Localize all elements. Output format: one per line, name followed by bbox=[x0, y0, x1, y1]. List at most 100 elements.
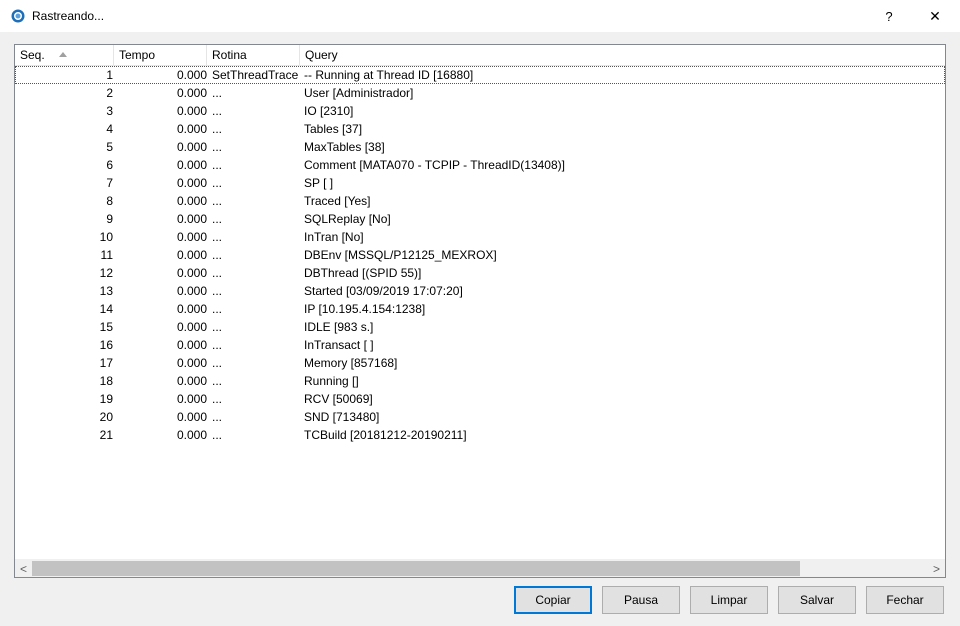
cell-query: SND [713480] bbox=[304, 410, 380, 424]
cell-tempo: 0.000 bbox=[176, 68, 207, 82]
column-header-rotina[interactable]: Rotina bbox=[207, 45, 300, 65]
cell-tempo: 0.000 bbox=[176, 212, 207, 226]
cell-query: DBEnv [MSSQL/P12125_MEXROX] bbox=[304, 248, 497, 262]
cell-rotina: ... bbox=[212, 320, 223, 334]
cell-query: IDLE [983 s.] bbox=[304, 320, 374, 334]
cell-query: -- Running at Thread ID [16880] bbox=[304, 68, 474, 82]
cell-seq: 19 bbox=[99, 392, 113, 406]
cell-seq: 8 bbox=[106, 194, 113, 208]
cell-rotina: ... bbox=[212, 248, 223, 262]
grid-header: Seq. Tempo Rotina Query bbox=[15, 45, 945, 66]
cell-seq: 7 bbox=[106, 176, 113, 190]
table-row[interactable]: 10 0.000... InTran [No] bbox=[15, 228, 945, 246]
cell-rotina: ... bbox=[212, 86, 223, 100]
cell-rotina: ... bbox=[212, 410, 223, 424]
table-row[interactable]: 5 0.000... MaxTables [38] bbox=[15, 138, 945, 156]
cell-seq: 4 bbox=[106, 122, 113, 136]
column-header-query[interactable]: Query bbox=[300, 45, 945, 65]
table-row[interactable]: 13 0.000... Started [03/09/2019 17:07:20] bbox=[15, 282, 945, 300]
cell-query: Running [] bbox=[304, 374, 359, 388]
cell-query: SP [ ] bbox=[304, 176, 334, 190]
cell-rotina: ... bbox=[212, 230, 223, 244]
cell-rotina: ... bbox=[212, 266, 223, 280]
help-button[interactable]: ? bbox=[866, 0, 912, 32]
trace-grid[interactable]: Seq. Tempo Rotina Query 1 0.000 SetThreadT… bbox=[14, 44, 946, 578]
cell-rotina: ... bbox=[212, 212, 223, 226]
cell-tempo: 0.000 bbox=[176, 338, 207, 352]
cell-query: Traced [Yes] bbox=[304, 194, 371, 208]
cell-tempo: 0.000 bbox=[176, 158, 207, 172]
cell-query: MaxTables [38] bbox=[304, 140, 385, 154]
cell-tempo: 0.000 bbox=[176, 140, 207, 154]
table-row[interactable]: 16 0.000... InTransact [ ] bbox=[15, 336, 945, 354]
scroll-thumb[interactable] bbox=[32, 561, 800, 576]
cell-query: SQLReplay [No] bbox=[304, 212, 391, 226]
pausa-button[interactable]: Pausa bbox=[602, 586, 680, 614]
cell-seq: 5 bbox=[106, 140, 113, 154]
cell-tempo: 0.000 bbox=[176, 356, 207, 370]
cell-seq: 15 bbox=[99, 320, 113, 334]
column-header-tempo[interactable]: Tempo bbox=[114, 45, 207, 65]
table-row[interactable]: 2 0.000... User [Administrador] bbox=[15, 84, 945, 102]
cell-rotina: ... bbox=[212, 302, 223, 316]
cell-seq: 17 bbox=[99, 356, 113, 370]
cell-tempo: 0.000 bbox=[176, 284, 207, 298]
cell-rotina: ... bbox=[212, 356, 223, 370]
table-row[interactable]: 14 0.000... IP [10.195.4.154:1238] bbox=[15, 300, 945, 318]
cell-tempo: 0.000 bbox=[176, 392, 207, 406]
cell-query: IO [2310] bbox=[304, 104, 354, 118]
cell-tempo: 0.000 bbox=[176, 428, 207, 442]
cell-tempo: 0.000 bbox=[176, 302, 207, 316]
cell-rotina: ... bbox=[212, 392, 223, 406]
cell-seq: 10 bbox=[99, 230, 113, 244]
table-row[interactable]: 4 0.000... Tables [37] bbox=[15, 120, 945, 138]
cell-seq: 20 bbox=[99, 410, 113, 424]
scroll-right-icon[interactable]: > bbox=[928, 560, 945, 577]
horizontal-scrollbar[interactable]: < > bbox=[15, 559, 945, 577]
cell-tempo: 0.000 bbox=[176, 248, 207, 262]
cell-seq: 13 bbox=[99, 284, 113, 298]
scroll-left-icon[interactable]: < bbox=[15, 560, 32, 577]
cell-seq: 21 bbox=[99, 428, 113, 442]
cell-query: InTransact [ ] bbox=[304, 338, 374, 352]
cell-query: InTran [No] bbox=[304, 230, 364, 244]
table-row[interactable]: 8 0.000... Traced [Yes] bbox=[15, 192, 945, 210]
salvar-button[interactable]: Salvar bbox=[778, 586, 856, 614]
cell-tempo: 0.000 bbox=[176, 266, 207, 280]
cell-rotina: ... bbox=[212, 338, 223, 352]
table-row[interactable]: 12 0.000... DBThread [(SPID 55)] bbox=[15, 264, 945, 282]
cell-seq: 11 bbox=[100, 248, 113, 262]
table-row[interactable]: 18 0.000... Running [] bbox=[15, 372, 945, 390]
table-row[interactable]: 1 0.000 SetThreadTrace -- Running at Thread… bbox=[15, 66, 945, 84]
cell-tempo: 0.000 bbox=[176, 230, 207, 244]
cell-query: User [Administrador] bbox=[304, 86, 414, 100]
cell-seq: 16 bbox=[99, 338, 113, 352]
table-row[interactable]: 11 0.000... DBEnv [MSSQL/P12125_MEXROX] bbox=[15, 246, 945, 264]
table-row[interactable]: 15 0.000... IDLE [983 s.] bbox=[15, 318, 945, 336]
table-row[interactable]: 3 0.000... IO [2310] bbox=[15, 102, 945, 120]
fechar-button[interactable]: Fechar bbox=[866, 586, 944, 614]
cell-seq: 2 bbox=[106, 86, 113, 100]
table-row[interactable]: 20 0.000... SND [713480] bbox=[15, 408, 945, 426]
table-row[interactable]: 19 0.000... RCV [50069] bbox=[15, 390, 945, 408]
table-row[interactable]: 9 0.000... SQLReplay [No] bbox=[15, 210, 945, 228]
cell-query: Tables [37] bbox=[304, 122, 363, 136]
cell-rotina: ... bbox=[212, 428, 223, 442]
cell-tempo: 0.000 bbox=[176, 194, 207, 208]
cell-tempo: 0.000 bbox=[176, 122, 207, 136]
copiar-button[interactable]: Copiar bbox=[514, 586, 592, 614]
cell-rotina: ... bbox=[212, 374, 223, 388]
table-row[interactable]: 6 0.000... Comment [MATA070 - TCPIP - Thre… bbox=[15, 156, 945, 174]
cell-seq: 3 bbox=[106, 104, 113, 118]
cell-tempo: 0.000 bbox=[176, 104, 207, 118]
limpar-button[interactable]: Limpar bbox=[690, 586, 768, 614]
table-row[interactable]: 7 0.000... SP [ ] bbox=[15, 174, 945, 192]
table-row[interactable]: 21 0.000... TCBuild [20181212-20190211] bbox=[15, 426, 945, 444]
column-header-seq[interactable]: Seq. bbox=[15, 45, 114, 65]
app-logo-icon bbox=[11, 9, 25, 23]
close-button[interactable]: ✕ bbox=[912, 0, 958, 32]
table-row[interactable]: 17 0.000... Memory [857168] bbox=[15, 354, 945, 372]
cell-seq: 9 bbox=[106, 212, 113, 226]
cell-query: RCV [50069] bbox=[304, 392, 373, 406]
cell-seq: 12 bbox=[99, 266, 113, 280]
